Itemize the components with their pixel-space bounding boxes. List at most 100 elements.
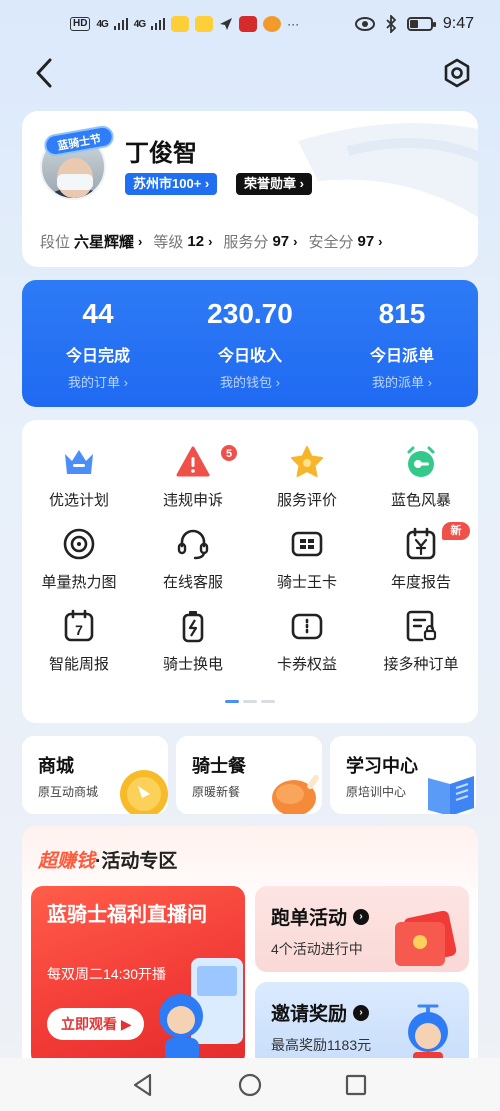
live-title: 蓝骑士福利直播间 xyxy=(47,904,207,926)
more-notifications: ··· xyxy=(287,17,300,31)
avatar-mask xyxy=(57,174,93,190)
battery-icon xyxy=(406,17,436,31)
service-violation-appeal[interactable]: 5 违规申诉 xyxy=(136,420,250,509)
summary-income[interactable]: 230.70 今日收入 我的钱包 › xyxy=(174,280,326,391)
service-rating[interactable]: 服务评价 xyxy=(250,420,364,509)
summary-dispatched[interactable]: 815 今日派单 我的派单 › xyxy=(326,280,478,391)
tile-title: 学习中心 xyxy=(346,756,418,776)
stat-rank[interactable]: 段位 六星辉耀 › xyxy=(40,231,142,252)
calendar-number: 7 xyxy=(75,622,83,638)
service-label: 智能周报 xyxy=(48,656,109,673)
rider-app-icon xyxy=(171,16,190,32)
service-blue-storm[interactable]: 蓝色风暴 xyxy=(364,420,478,509)
tile-subtitle: 原培训中心 xyxy=(346,785,407,799)
pager-dot-active[interactable] xyxy=(225,700,239,703)
profile-card: 蓝骑士节 丁俊智 苏州市100+ › 荣誉勋章 › 段位 六星辉耀 › 等级 1… xyxy=(22,111,478,267)
summary-link[interactable]: 我的钱包 › xyxy=(174,372,326,391)
tile-title: 商城 xyxy=(38,756,74,776)
live-stream-banner[interactable]: 蓝骑士福利直播间 每双周二14:30开播 立即观看 ▶ xyxy=(31,886,245,1066)
stat-safety-score[interactable]: 安全分 97 › xyxy=(308,231,382,252)
stat-label: 段位 xyxy=(40,234,71,251)
stat-level[interactable]: 等级 12 › xyxy=(153,231,212,252)
service-weekly-report[interactable]: 7 智能周报 xyxy=(22,584,136,673)
settings-button[interactable] xyxy=(442,58,472,88)
chevron-right-icon: › xyxy=(293,234,298,249)
chevron-left-icon xyxy=(36,58,52,88)
stat-value: 六星辉耀 xyxy=(74,234,135,251)
nav-back-icon[interactable] xyxy=(130,1072,156,1098)
red-envelope-icon xyxy=(395,910,457,966)
drumstick-icon xyxy=(272,774,319,814)
services-grid: 优选计划 5 违规申诉 服务评价 蓝色风暴 单量热力图 在线客服 骑士王卡 新 … xyxy=(22,420,478,723)
user-name: 丁俊智 xyxy=(125,140,197,167)
coupon-icon xyxy=(291,613,323,640)
signal-bars-icon xyxy=(113,18,128,30)
tile-subtitle: 原暖新餐 xyxy=(192,785,241,799)
stat-value: 97 xyxy=(272,233,290,250)
city-rank-tag[interactable]: 苏州市100+ › xyxy=(125,173,218,195)
stat-label: 服务分 xyxy=(223,234,269,251)
honor-medal-tag[interactable]: 荣誉勋章 › xyxy=(236,173,312,195)
coin-icon xyxy=(120,770,168,814)
book-icon xyxy=(428,776,474,814)
running-activity-card[interactable]: 跑单活动 › 4个活动进行中 xyxy=(255,886,469,972)
stat-service-score[interactable]: 服务分 97 › xyxy=(223,231,297,252)
arrow-right-icon: › xyxy=(353,908,370,925)
avatar-badge: 蓝骑士节 xyxy=(42,124,116,158)
pager-dot[interactable] xyxy=(261,700,275,703)
service-label: 卡券权益 xyxy=(276,656,337,673)
service-label: 接多种订单 xyxy=(383,656,459,673)
signal-4g-1: 4G xyxy=(96,18,108,30)
summary-label: 今日收入 xyxy=(217,348,282,365)
play-icon: ▶ xyxy=(120,1016,132,1032)
service-multi-orders[interactable]: 接多种订单 xyxy=(364,584,478,673)
notification-badge: 5 xyxy=(220,444,238,462)
tile-learning-center[interactable]: 学习中心 原培训中心 xyxy=(330,736,476,814)
star-icon xyxy=(291,446,323,477)
service-label: 骑士换电 xyxy=(162,656,223,673)
warning-icon xyxy=(176,446,210,477)
watch-now-button[interactable]: 立即观看 ▶ xyxy=(47,1008,144,1040)
new-badge: 新 xyxy=(442,522,470,540)
today-summary-card: 44 今日完成 我的订单 › 230.70 今日收入 我的钱包 › 815 今日… xyxy=(22,280,478,407)
card-icon xyxy=(291,531,323,557)
mascot-propeller-illustration xyxy=(408,1004,448,1066)
summary-completed[interactable]: 44 今日完成 我的订单 › xyxy=(22,280,174,391)
summary-link[interactable]: 我的订单 › xyxy=(22,372,174,391)
activity-title: 超赚钱·活动专区 xyxy=(38,846,177,873)
nav-recents-icon[interactable] xyxy=(343,1072,369,1098)
pager-dot[interactable] xyxy=(243,700,257,703)
tile-subtitle: 原互动商城 xyxy=(38,785,99,799)
run-title: 跑单活动 xyxy=(271,908,348,929)
activity-title-hot: 超赚钱 xyxy=(38,851,96,872)
stat-label: 安全分 xyxy=(308,234,354,251)
hexagon-settings-icon xyxy=(444,58,470,88)
chevron-right-icon: › xyxy=(208,234,213,249)
service-online-support[interactable]: 在线客服 xyxy=(136,502,250,591)
arrow-right-icon: › xyxy=(353,1004,370,1021)
chevron-right-icon: › xyxy=(138,234,143,249)
clock: 9:47 xyxy=(442,15,474,32)
navigation-arrow-icon xyxy=(220,18,233,30)
back-button[interactable] xyxy=(30,56,60,90)
watch-now-label: 立即观看 xyxy=(61,1016,117,1032)
mini-title: 邀请奖励 › xyxy=(271,999,370,1026)
yuan-calendar-icon xyxy=(406,527,436,560)
service-heatmap[interactable]: 单量热力图 xyxy=(22,502,136,591)
service-preferred-plan[interactable]: 优选计划 xyxy=(22,420,136,509)
status-right: 9:47 xyxy=(354,15,474,33)
crown-icon xyxy=(65,450,93,474)
summary-link[interactable]: 我的派单 › xyxy=(326,372,478,391)
stat-label: 等级 xyxy=(153,234,184,251)
order-doc-icon xyxy=(406,610,437,642)
system-nav-bar xyxy=(0,1058,500,1111)
nav-home-icon[interactable] xyxy=(237,1072,263,1098)
headset-icon xyxy=(177,529,209,560)
service-annual-report[interactable]: 新 年度报告 xyxy=(364,502,478,591)
rider-app-icon xyxy=(195,16,214,32)
tile-rider-meal[interactable]: 骑士餐 原暖新餐 xyxy=(176,736,322,814)
service-battery-swap[interactable]: 骑士换电 xyxy=(136,584,250,673)
service-knight-card[interactable]: 骑士王卡 xyxy=(250,502,364,591)
service-coupons[interactable]: 卡券权益 xyxy=(250,584,364,673)
tile-mall[interactable]: 商城 原互动商城 xyxy=(22,736,168,814)
